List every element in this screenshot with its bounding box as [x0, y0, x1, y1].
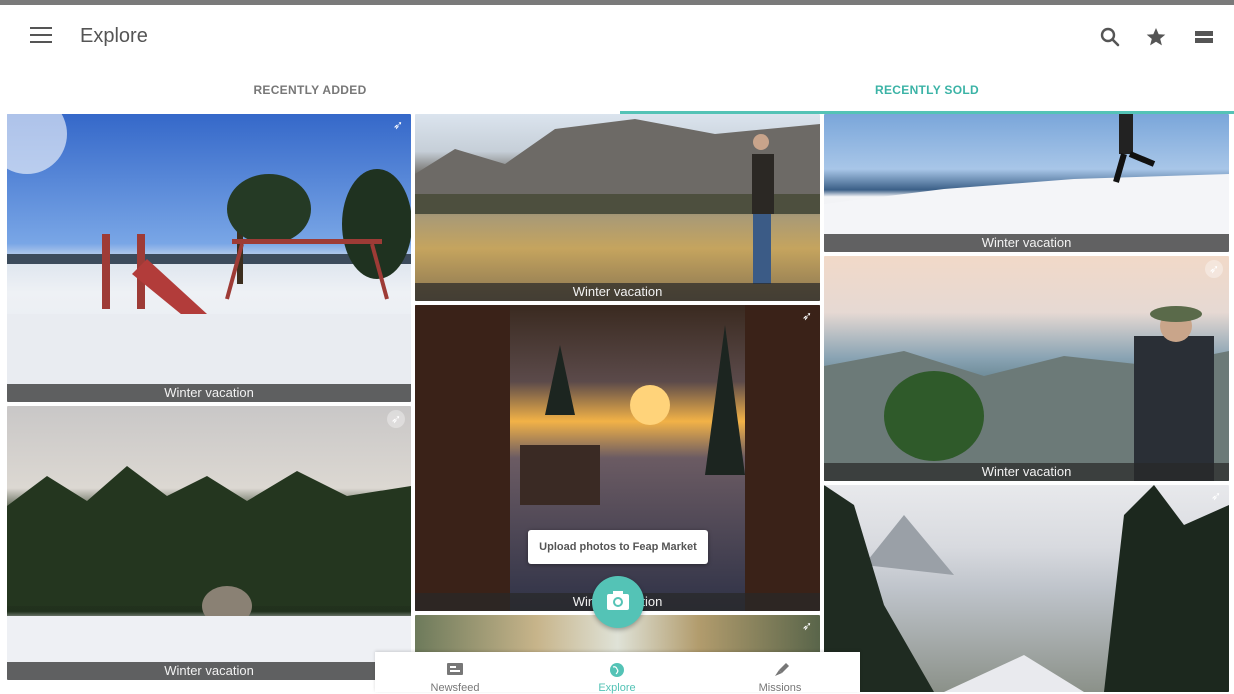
upload-tooltip: Upload photos to Feap Market	[528, 530, 708, 564]
rocket-icon: ➶	[392, 118, 404, 132]
camera-fab[interactable]	[592, 576, 644, 628]
menu-button[interactable]	[30, 27, 52, 45]
photo-tile-lake[interactable]: Winter vacation	[415, 114, 820, 301]
tile-caption: Winter vacation	[415, 283, 820, 301]
bottom-navigation: Newsfeed Explore Missions	[375, 652, 860, 694]
photo-tile-jump[interactable]: Winter vacation	[824, 114, 1229, 252]
sunset-window-photo	[415, 305, 820, 611]
photo-tile-playground[interactable]: ➶ Winter vacation	[7, 114, 411, 402]
lake-photo	[415, 119, 820, 284]
photo-tile-sunset-window[interactable]: ➶ Winter vacation	[415, 305, 820, 611]
photo-tile-forest-woman[interactable]: ➶ Winter vacation	[7, 406, 411, 680]
nav-label: Newsfeed	[430, 682, 480, 694]
tile-caption: Winter vacation	[824, 234, 1229, 252]
globe-icon	[610, 663, 624, 677]
nav-newsfeed[interactable]: Newsfeed	[375, 652, 535, 694]
tile-caption: Winter vacation	[7, 662, 411, 680]
tab-recently-sold[interactable]: RECENTLY SOLD	[620, 73, 1234, 113]
tab-recently-added[interactable]: RECENTLY ADDED	[0, 73, 620, 113]
forest-woman-photo	[7, 466, 411, 680]
tile-caption: Winter vacation	[7, 384, 411, 402]
rocket-icon: ➶	[801, 619, 813, 633]
camera-icon	[607, 591, 629, 610]
nav-label: Explore	[598, 682, 636, 694]
rocket-icon: ➶	[1210, 489, 1222, 503]
view-list-icon[interactable]	[1192, 25, 1216, 49]
rocket-icon: ➶	[801, 309, 813, 323]
nav-missions[interactable]: Missions	[700, 652, 860, 694]
rocket-icon	[775, 663, 789, 676]
nav-explore[interactable]: Explore	[537, 652, 697, 694]
app-bar: Explore	[0, 5, 1234, 73]
tile-caption: Winter vacation	[824, 463, 1229, 481]
page-title: Explore	[80, 25, 148, 47]
nav-label: Missions	[758, 682, 802, 694]
rocket-icon: ➶	[387, 410, 405, 428]
tab-bar: RECENTLY ADDED RECENTLY SOLD	[0, 73, 1234, 114]
jump-photo	[824, 114, 1229, 252]
newsfeed-icon	[447, 663, 463, 675]
star-icon[interactable]	[1144, 25, 1168, 49]
playground-photo	[7, 114, 411, 402]
photo-tile-mountain-road[interactable]: ➶	[824, 485, 1229, 692]
rocket-icon: ➶	[1205, 260, 1223, 278]
photo-tile-canyon[interactable]: ➶ Winter vacation	[824, 256, 1229, 481]
mountain-road-photo	[824, 485, 1229, 692]
canyon-photo	[824, 306, 1229, 481]
search-icon[interactable]	[1098, 25, 1122, 49]
